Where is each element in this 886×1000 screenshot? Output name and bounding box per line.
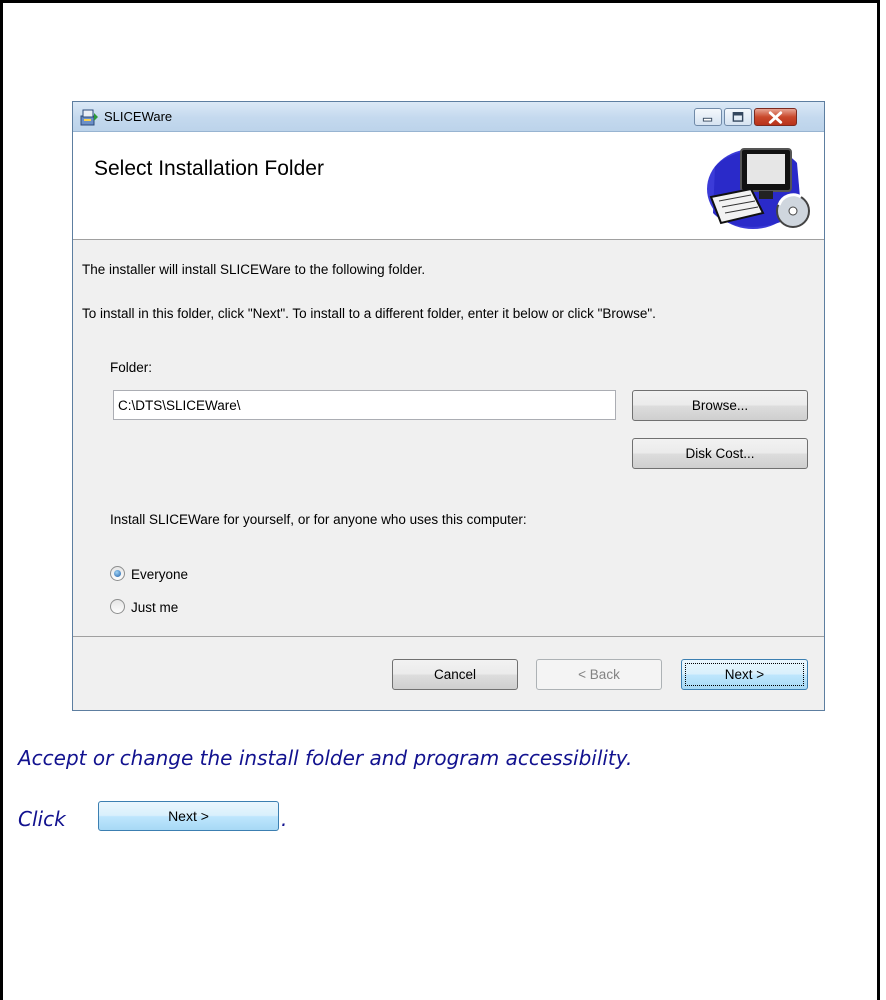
maximize-button[interactable]	[724, 108, 752, 126]
installer-window: SLICEWare Select Installation Folder The…	[72, 101, 825, 711]
window-title: SLICEWare	[104, 109, 173, 124]
close-icon	[768, 111, 783, 124]
folder-label-text: Folder:	[110, 360, 153, 375]
title-bar[interactable]: SLICEWare	[73, 102, 824, 132]
minimize-icon	[702, 117, 713, 122]
wizard-body: The installer will install SLICEWare to …	[73, 240, 824, 636]
page-title: Select Installation Folder	[94, 157, 324, 180]
inline-next-button-image: Next >	[98, 801, 279, 831]
wizard-header: Select Installation Folder	[73, 132, 824, 240]
next-button[interactable]: Next >	[681, 659, 808, 690]
minimize-button[interactable]	[694, 108, 722, 126]
back-button[interactable]: < Back	[536, 659, 662, 690]
radio-everyone-row[interactable]: Everyone	[110, 566, 188, 582]
radio-everyone[interactable]	[110, 566, 125, 581]
cancel-button[interactable]: Cancel	[392, 659, 518, 690]
click-instruction-period: .	[281, 807, 288, 831]
radio-just-me-row[interactable]: Just me	[110, 599, 178, 615]
intro-text: The installer will install SLICEWare to …	[82, 262, 426, 277]
click-instruction: Click	[18, 807, 66, 831]
install-for-text: Install SLICEWare for yourself, or for a…	[110, 512, 527, 527]
folder-path-input[interactable]	[113, 390, 616, 420]
folder-label: Folder:	[110, 360, 152, 375]
close-button[interactable]	[754, 108, 797, 126]
instruction-caption: Accept or change the install folder and …	[18, 746, 633, 770]
radio-just-me-label[interactable]: Just me	[131, 600, 178, 615]
maximize-icon	[732, 112, 744, 122]
disk-cost-button[interactable]: Disk Cost...	[632, 438, 808, 469]
browse-button[interactable]: Browse...	[632, 390, 808, 421]
focus-ring	[685, 663, 804, 686]
installer-app-icon	[80, 109, 98, 126]
radio-everyone-label[interactable]: Everyone	[131, 567, 188, 582]
wizard-footer: Cancel < Back Next >	[73, 636, 824, 710]
radio-just-me[interactable]	[110, 599, 125, 614]
computer-cd-icon	[707, 148, 810, 229]
instructions-text: To install in this folder, click "Next".…	[82, 306, 656, 321]
